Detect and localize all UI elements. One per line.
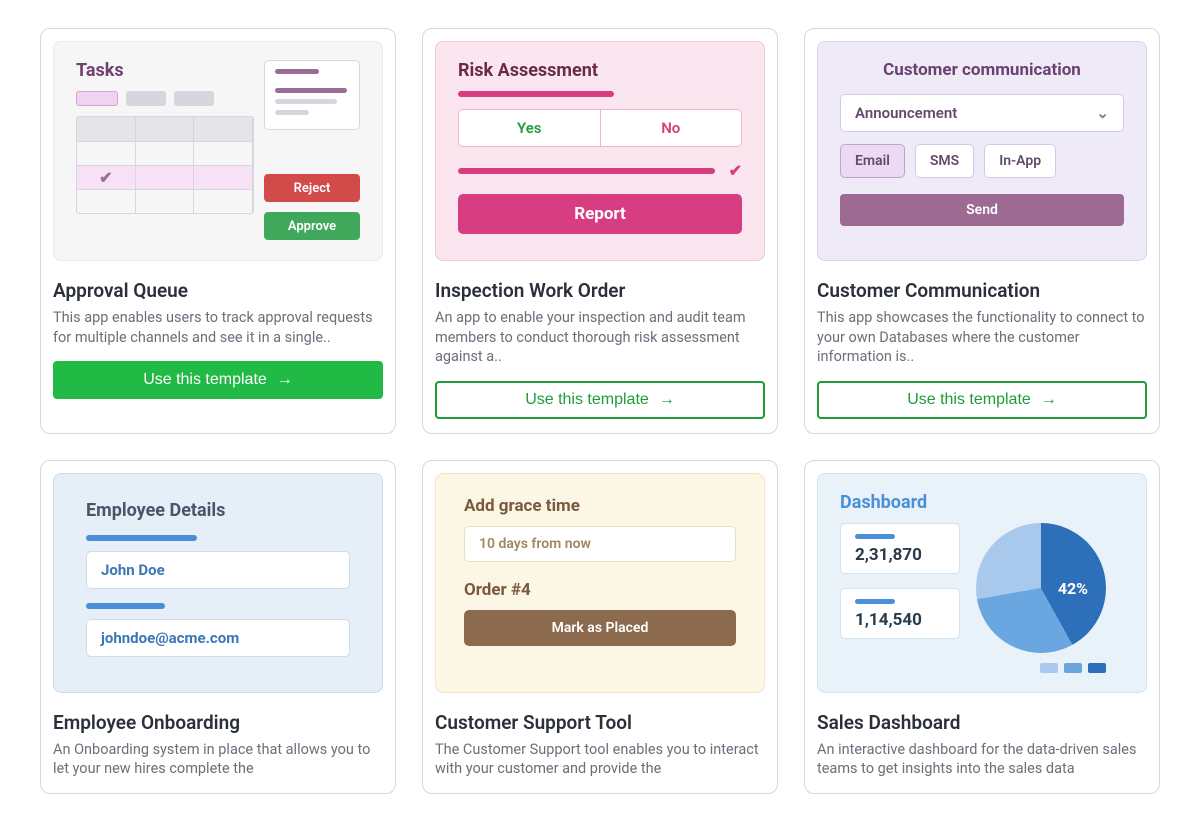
stat-accent [855,534,895,539]
announcement-select[interactable]: Announcement ⌄ [840,94,1124,132]
chevron-down-icon: ⌄ [1096,104,1109,122]
arrow-right-icon: → [277,371,293,389]
table-row-selected[interactable]: ✔ [77,165,253,189]
preview-dashboard: Dashboard 2,31,870 1,14,540 42% [817,473,1147,693]
card-description: The Customer Support tool enables you to… [435,740,765,779]
preview-approval: Tasks ✔ [53,41,383,261]
template-grid: Tasks ✔ [40,28,1160,794]
preview-heading: Add grace time [464,496,736,516]
use-template-label: Use this template [907,391,1031,409]
yes-option[interactable]: Yes [459,110,601,146]
template-card-communication: Customer communication Announcement ⌄ Em… [804,28,1160,434]
preview-risk: Risk Assessment Yes No ✔ Report [435,41,765,261]
stat-value: 1,14,540 [855,610,945,630]
stat-cards: 2,31,870 1,14,540 [840,523,960,639]
card-description: An app to enable your inspection and aud… [435,308,765,367]
send-button[interactable]: Send [840,194,1124,226]
legend-swatch [1064,663,1082,673]
legend-swatch [1088,663,1106,673]
card-description: This app showcases the functionality to … [817,308,1147,367]
no-option[interactable]: No [601,110,742,146]
detail-card [264,60,360,130]
tasks-table: ✔ [76,116,254,214]
stat-accent [855,599,895,604]
template-card-support: Add grace time 10 days from now Order #4… [422,460,778,794]
chip[interactable] [126,91,166,106]
report-button[interactable]: Report [458,194,742,234]
stat-card: 1,14,540 [840,588,960,639]
preview-heading: Employee Details [86,500,350,521]
channel-email[interactable]: Email [840,144,905,178]
yes-no-toggle: Yes No [458,109,742,147]
email-input[interactable]: johndoe@acme.com [86,619,350,657]
card-title: Sales Dashboard [817,711,1147,734]
card-title: Approval Queue [53,279,383,302]
use-template-button[interactable]: Use this template → [435,381,765,419]
card-title: Customer Communication [817,279,1147,302]
preview-employee: Employee Details John Doe johndoe@acme.c… [53,473,383,693]
progress-bar [458,168,715,174]
preview-heading: Tasks [76,60,254,81]
use-template-button[interactable]: Use this template → [817,381,1147,419]
check-icon: ✔ [729,161,742,180]
channel-inapp[interactable]: In-App [984,144,1056,178]
reject-button[interactable]: Reject [264,174,360,202]
stat-value: 2,31,870 [855,545,945,565]
card-title: Employee Onboarding [53,711,383,734]
template-card-inspection: Risk Assessment Yes No ✔ Report Inspecti… [422,28,778,434]
pie-percent-label: 42% [1058,579,1088,598]
filter-chips [76,91,254,106]
channel-chips: Email SMS In-App [840,144,1124,178]
arrow-right-icon: → [659,391,675,409]
mark-placed-button[interactable]: Mark as Placed [464,610,736,646]
use-template-label: Use this template [143,371,267,389]
card-description: An Onboarding system in place that allow… [53,740,383,779]
divider-accent [458,91,614,97]
chip[interactable] [174,91,214,106]
template-card-approval-queue: Tasks ✔ [40,28,396,434]
grace-input[interactable]: 10 days from now [464,526,736,562]
card-description: This app enables users to track approval… [53,308,383,347]
select-value: Announcement [855,104,957,122]
channel-sms[interactable]: SMS [915,144,974,178]
preview-heading: Dashboard [840,492,1124,513]
divider-accent [86,535,197,541]
approve-button[interactable]: Approve [264,212,360,240]
pie-chart: 42% [976,523,1106,673]
card-description: An interactive dashboard for the data-dr… [817,740,1147,779]
divider-accent [86,603,165,609]
use-template-button[interactable]: Use this template → [53,361,383,399]
arrow-right-icon: → [1041,391,1057,409]
card-title: Inspection Work Order [435,279,765,302]
preview-heading: Customer communication [840,60,1124,80]
preview-heading: Risk Assessment [458,60,742,81]
order-heading: Order #4 [464,580,736,600]
stat-card: 2,31,870 [840,523,960,574]
name-input[interactable]: John Doe [86,551,350,589]
pie-legend [976,663,1106,673]
check-icon: ✔ [99,168,112,187]
card-title: Customer Support Tool [435,711,765,734]
template-card-onboarding: Employee Details John Doe johndoe@acme.c… [40,460,396,794]
preview-communication: Customer communication Announcement ⌄ Em… [817,41,1147,261]
legend-swatch [1040,663,1058,673]
chip-selected[interactable] [76,91,118,106]
use-template-label: Use this template [525,391,649,409]
template-card-dashboard: Dashboard 2,31,870 1,14,540 42% [804,460,1160,794]
preview-support: Add grace time 10 days from now Order #4… [435,473,765,693]
